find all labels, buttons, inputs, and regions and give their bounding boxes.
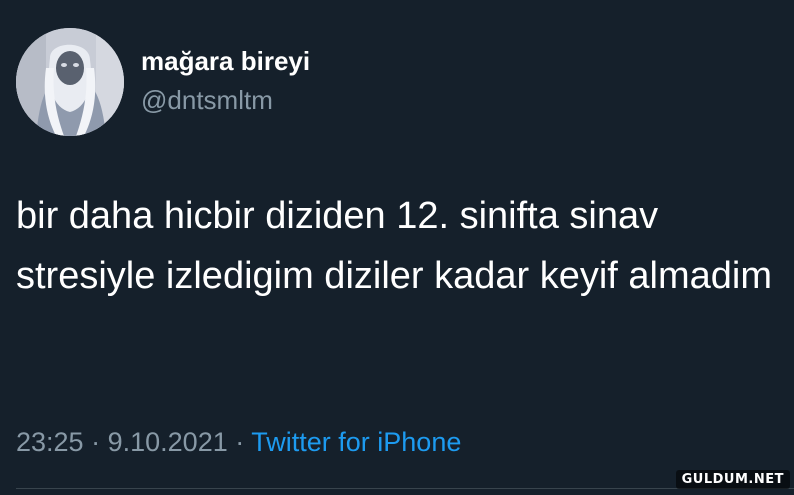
author-handle[interactable]: @dntsmltm [141, 83, 310, 117]
tweet-date[interactable]: 9.10.2021 [108, 427, 228, 457]
tweet-text: bir daha hicbir diziden 12. sinifta sina… [16, 195, 773, 297]
meta-separator: · [235, 427, 245, 457]
watermark-logo: GULDUM.NET [675, 470, 790, 489]
author-display-name[interactable]: mağara bireyi [141, 44, 310, 78]
previous-content-cut [0, 0, 794, 6]
meta-separator: · [91, 427, 101, 457]
tweet-source-link[interactable]: Twitter for iPhone [251, 427, 461, 457]
avatar-image [16, 28, 124, 136]
avatar[interactable] [16, 28, 124, 136]
cut-off-text [92, 0, 98, 6]
tweet-metadata: 23:25 · 9.10.2021 · Twitter for iPhone [16, 424, 461, 460]
tweet-time[interactable]: 23:25 [16, 427, 84, 457]
tweet-author: mağara bireyi @dntsmltm [141, 44, 310, 117]
